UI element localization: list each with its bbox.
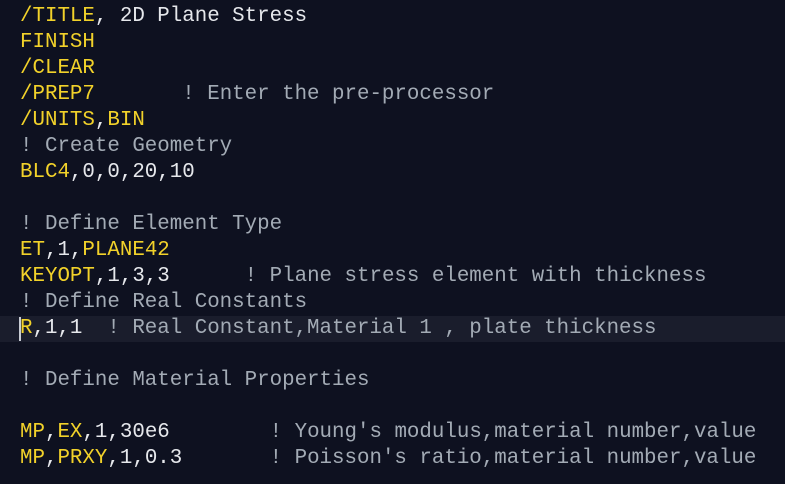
code-line[interactable]: /TITLE, 2D Plane Stress — [0, 4, 785, 30]
code-comment: ! Plane stress element with thickness — [169, 265, 707, 288]
code-text: ,1,3,3 — [94, 265, 170, 288]
code-keyword: KEYOPT — [20, 265, 95, 288]
code-line[interactable] — [0, 394, 785, 420]
code-text: , — [44, 421, 58, 444]
code-line[interactable]: /UNITS,BIN — [0, 108, 785, 134]
code-comment: ! Enter the pre-processor — [94, 83, 495, 106]
code-text: , — [44, 447, 58, 470]
code-text: , 2D Plane Stress — [94, 5, 308, 28]
code-line[interactable]: FINISH — [0, 30, 785, 56]
code-keyword: MP — [20, 421, 45, 444]
code-line[interactable]: ! Define Real Constants — [0, 290, 785, 316]
code-comment: ! Create Geometry — [20, 135, 233, 158]
code-line[interactable]: MP,EX,1,30e6 ! Young's modulus,material … — [0, 420, 785, 446]
code-keyword: /PREP7 — [20, 83, 95, 106]
code-keyword: BLC4 — [20, 161, 70, 184]
code-keyword: PLANE42 — [82, 239, 170, 262]
text-cursor — [19, 317, 21, 341]
code-text: ,1,0.3 — [107, 447, 183, 470]
code-keyword: R — [20, 317, 33, 340]
code-line[interactable]: MP,PRXY,1,0.3 ! Poisson's ratio,material… — [0, 446, 785, 472]
code-line[interactable]: BLC4,0,0,20,10 — [0, 160, 785, 186]
code-line[interactable]: ! Create Geometry — [0, 134, 785, 160]
code-line[interactable] — [0, 186, 785, 212]
code-comment: ! Poisson's ratio,material number,value — [182, 447, 757, 470]
code-keyword: /TITLE — [20, 5, 95, 28]
code-text: ,1,1 — [32, 317, 83, 340]
code-line[interactable]: R,1,1 ! Real Constant,Material 1 , plate… — [0, 316, 785, 342]
code-keyword: ET — [20, 239, 45, 262]
code-line[interactable] — [0, 342, 785, 368]
code-comment: ! Define Element Type — [20, 213, 283, 236]
code-line[interactable]: /PREP7 ! Enter the pre-processor — [0, 82, 785, 108]
code-keyword: FINISH — [20, 31, 95, 54]
code-comment: ! Young's modulus,material number,value — [169, 421, 757, 444]
code-line[interactable]: /CLEAR — [0, 56, 785, 82]
code-keyword: /CLEAR — [20, 57, 95, 80]
code-text: ,1,30e6 — [82, 421, 170, 444]
code-line[interactable]: ! Define Material Properties — [0, 368, 785, 394]
code-comment: ! Define Material Properties — [20, 369, 370, 392]
code-line[interactable]: KEYOPT,1,3,3 ! Plane stress element with… — [0, 264, 785, 290]
code-text: ,0,0,20,10 — [69, 161, 195, 184]
code-text: , — [94, 109, 108, 132]
code-line[interactable]: ! Define Element Type — [0, 212, 785, 238]
code-comment: ! Define Real Constants — [20, 291, 308, 314]
code-editor[interactable]: /TITLE, 2D Plane Stress FINISH/CLEAR/PREP… — [0, 0, 785, 484]
code-keyword: EX — [57, 421, 83, 444]
code-keyword: BIN — [107, 109, 145, 132]
code-keyword: /UNITS — [20, 109, 95, 132]
code-text: ,1, — [44, 239, 83, 262]
code-keyword: PRXY — [57, 447, 108, 470]
code-keyword: MP — [20, 447, 45, 470]
code-line[interactable]: ET,1,PLANE42 — [0, 238, 785, 264]
code-comment: ! Real Constant,Material 1 , plate thick… — [82, 317, 657, 340]
